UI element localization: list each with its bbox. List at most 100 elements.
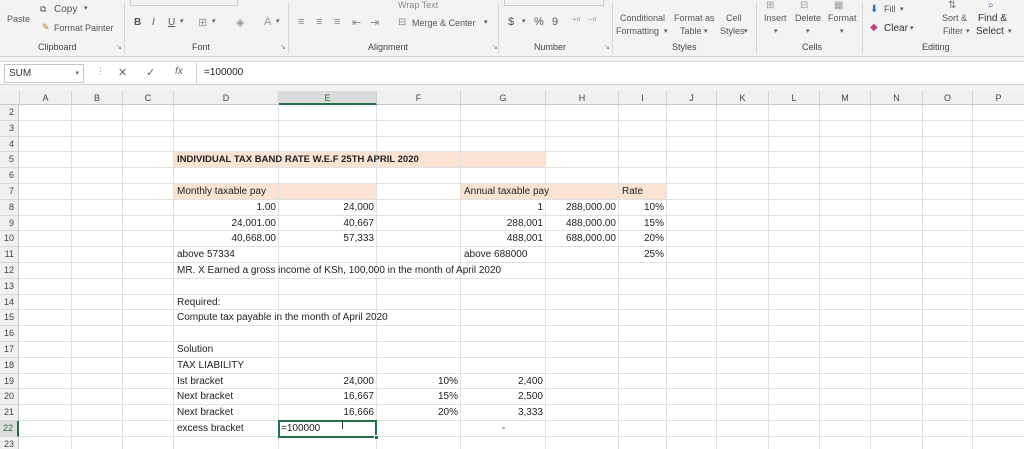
increase-decimal-icon[interactable]: ⁺⁰ [572, 16, 580, 27]
cell-D14[interactable]: Required: [177, 296, 276, 310]
row-header-16[interactable]: 16 [0, 326, 19, 342]
delete-dropdown-icon[interactable]: ▾ [806, 27, 810, 35]
cell-D17[interactable]: Solution [177, 343, 276, 357]
cell-F20[interactable]: 15% [380, 390, 458, 404]
formula-input[interactable]: =100000 [204, 67, 243, 78]
format-button[interactable]: Format [828, 13, 857, 24]
cell-D5[interactable]: INDIVIDUAL TAX BAND RATE W.E.F 25TH APRI… [177, 153, 477, 167]
conditional-formatting-button[interactable]: Conditional [620, 13, 665, 24]
row-header-21[interactable]: 21 [0, 405, 19, 421]
underline-dropdown-icon[interactable]: ▾ [180, 17, 184, 25]
insert-dropdown-icon[interactable]: ▾ [774, 27, 778, 35]
column-header-K[interactable]: K [717, 91, 769, 105]
format-dropdown-icon[interactable]: ▾ [840, 27, 844, 35]
cell-F21[interactable]: 20% [380, 406, 458, 420]
cell-D19[interactable]: Ist bracket [177, 375, 276, 389]
row-header-3[interactable]: 3 [0, 120, 19, 137]
font-color-button[interactable]: A [264, 16, 271, 28]
cell-E10[interactable]: 57,333 [282, 232, 374, 246]
number-launcher-icon[interactable]: ↘ [604, 43, 610, 51]
cell-F19[interactable]: 10% [380, 375, 458, 389]
column-header-M[interactable]: M [820, 91, 871, 105]
fill-button[interactable]: Fill [884, 4, 896, 15]
cell-D15[interactable]: Compute tax payable in the month of Apri… [177, 311, 557, 325]
align-right-icon[interactable]: ≡ [334, 16, 340, 28]
column-header-H[interactable]: H [546, 91, 619, 105]
row-header-12[interactable]: 12 [0, 263, 19, 279]
cell-G19[interactable]: 2,400 [464, 375, 543, 389]
column-header-B[interactable]: B [72, 91, 123, 105]
column-header-J[interactable]: J [667, 91, 717, 105]
cell-E20[interactable]: 16,667 [282, 390, 374, 404]
insert-button[interactable]: Insert [764, 13, 787, 24]
copy-button[interactable]: Copy [54, 4, 77, 15]
row-header-11[interactable]: 11 [0, 247, 19, 263]
cell-styles-button[interactable]: Cell [726, 13, 742, 24]
row-header-20[interactable]: 20 [0, 389, 19, 406]
cell-G10[interactable]: 488,001 [464, 232, 543, 246]
bold-button[interactable]: B [134, 17, 141, 28]
cell-I11[interactable]: 25% [622, 248, 664, 262]
row-header-22[interactable]: 22 [0, 421, 19, 437]
cell-H8[interactable]: 288,000.00 [549, 201, 616, 215]
cell-styles-dropdown-icon[interactable]: ▾ [744, 27, 748, 35]
row-header-6[interactable]: 6 [0, 168, 19, 184]
row-header-19[interactable]: 19 [0, 373, 19, 390]
column-header-F[interactable]: F [377, 91, 461, 105]
percent-button[interactable]: % [534, 16, 544, 28]
row-header-8[interactable]: 8 [0, 199, 19, 216]
align-left-icon[interactable]: ≡ [298, 16, 304, 28]
column-header-I[interactable]: I [619, 91, 667, 105]
cell-D7[interactable]: Monthly taxable pay [177, 185, 317, 199]
cell-I10[interactable]: 20% [622, 232, 664, 246]
select-all-corner[interactable] [0, 91, 20, 105]
row-header-17[interactable]: 17 [0, 342, 19, 358]
fill-handle[interactable] [374, 434, 379, 440]
cell-D9[interactable]: 24,001.00 [177, 217, 277, 231]
column-header-E[interactable]: E [279, 91, 377, 105]
row-header-23[interactable]: 23 [0, 436, 19, 449]
font-name-box[interactable] [130, 0, 238, 6]
cell-G20[interactable]: 2,500 [464, 390, 543, 404]
cell-I9[interactable]: 15% [622, 217, 664, 231]
align-center-icon[interactable]: ≡ [316, 16, 322, 28]
row-header-18[interactable]: 18 [0, 357, 19, 374]
cell-D11[interactable]: above 57334 [177, 248, 276, 262]
cell-H9[interactable]: 488,000.00 [549, 217, 616, 231]
row-header-2[interactable]: 2 [0, 105, 19, 121]
decrease-decimal-icon[interactable]: ⁻⁰ [588, 16, 596, 27]
cell-G22[interactable]: - [464, 422, 543, 436]
cell-G9[interactable]: 288,001 [464, 217, 543, 231]
row-header-7[interactable]: 7 [0, 184, 19, 200]
borders-dropdown-icon[interactable]: ▾ [212, 17, 216, 25]
column-header-N[interactable]: N [871, 91, 923, 105]
borders-icon[interactable]: ⊞ [198, 16, 207, 29]
cell-D20[interactable]: Next bracket [177, 390, 276, 404]
currency-dropdown-icon[interactable]: ▾ [522, 17, 526, 25]
row-header-10[interactable]: 10 [0, 231, 19, 248]
name-box-dropdown-icon[interactable]: ▾ [75, 69, 79, 77]
name-box[interactable]: SUM ▾ [4, 64, 84, 83]
column-header-G[interactable]: G [461, 91, 546, 105]
cell-G8[interactable]: 1 [464, 201, 543, 215]
decrease-indent-icon[interactable]: ⇤ [352, 16, 361, 29]
row-header-15[interactable]: 15 [0, 310, 19, 327]
font-launcher-icon[interactable]: ↘ [280, 43, 286, 51]
underline-button[interactable]: U [168, 17, 175, 28]
table-dropdown-icon[interactable]: ▾ [704, 27, 708, 35]
cell-H10[interactable]: 688,000.00 [549, 232, 616, 246]
paste-button[interactable]: Paste [7, 14, 30, 25]
cell-G7[interactable]: Annual taxable pay [464, 185, 604, 199]
row-header-5[interactable]: 5 [0, 152, 19, 169]
clear-dropdown-icon[interactable]: ▾ [910, 24, 914, 32]
font-color-dropdown-icon[interactable]: ▾ [276, 17, 280, 25]
fill-dropdown-icon[interactable]: ▾ [900, 5, 904, 13]
enter-icon[interactable]: ✓ [146, 66, 155, 79]
cell-E9[interactable]: 40,667 [282, 217, 374, 231]
cell-D21[interactable]: Next bracket [177, 406, 276, 420]
comma-button[interactable]: 9 [552, 16, 558, 28]
cell-G21[interactable]: 3,333 [464, 406, 543, 420]
fill-color-icon[interactable]: ◈ [236, 16, 244, 29]
merge-center-button[interactable]: Merge & Center [412, 18, 476, 29]
column-header-C[interactable]: C [123, 91, 174, 105]
